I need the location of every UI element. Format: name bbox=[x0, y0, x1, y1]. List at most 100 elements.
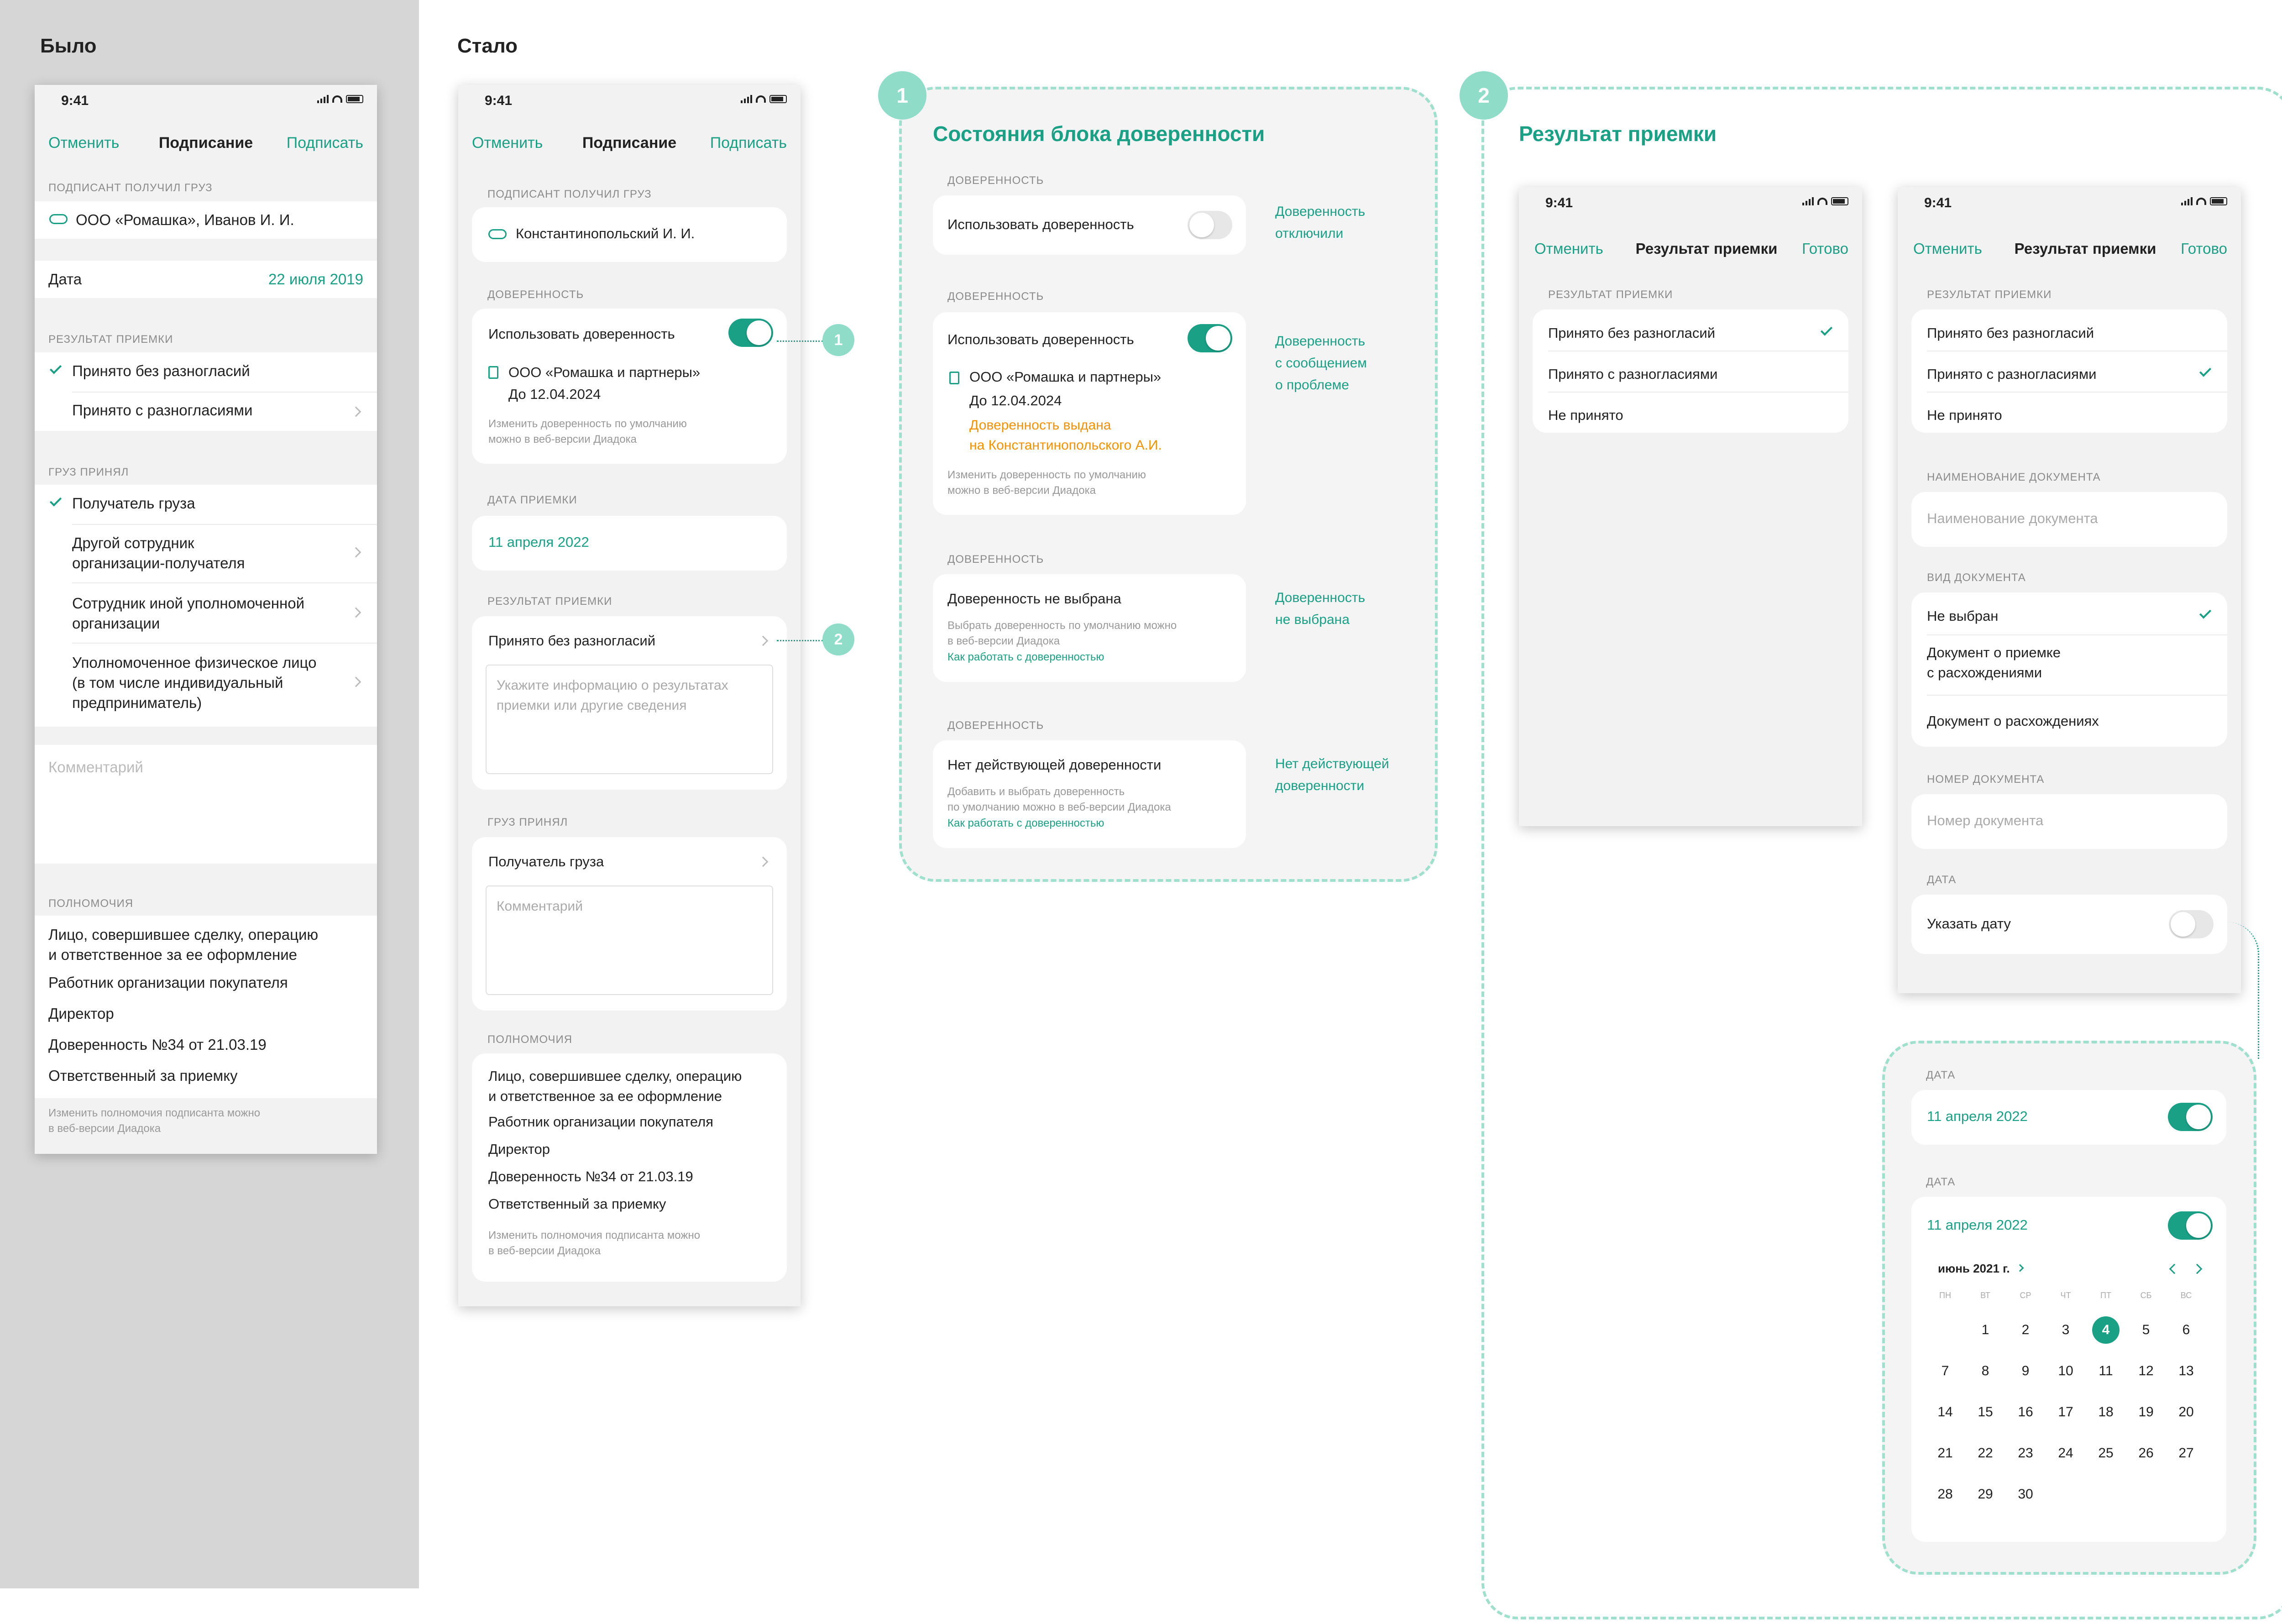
calendar-day[interactable]: 24 bbox=[2052, 1440, 2079, 1467]
section-label: РЕЗУЛЬТАТ ПРИЕМКИ bbox=[487, 595, 612, 608]
poa-card: Использовать доверенность ООО «Ромашка и… bbox=[472, 309, 787, 464]
chevron-left-icon[interactable] bbox=[2169, 1263, 2180, 1274]
calendar-day[interactable]: 23 bbox=[2012, 1440, 2039, 1467]
calendar-day[interactable]: 26 bbox=[2132, 1440, 2160, 1467]
result-option[interactable]: Принято с разногласиями bbox=[1548, 366, 1717, 382]
calendar-day[interactable]: 28 bbox=[1931, 1481, 1959, 1508]
date-row[interactable]: Дата 22 июля 2019 bbox=[35, 261, 377, 298]
poa-toggle[interactable] bbox=[1188, 324, 1232, 352]
doc-type-option[interactable]: Не выбран bbox=[1927, 608, 1998, 624]
cargo-option[interactable]: Уполномоченное физическое лицо (в том чи… bbox=[72, 653, 316, 713]
calendar-day[interactable]: 2 bbox=[2012, 1316, 2039, 1344]
cancel-button[interactable]: Отменить bbox=[472, 134, 543, 152]
power-item: Лицо, совершившее сделку, операцию и отв… bbox=[488, 1068, 742, 1104]
panel-badge: 1 bbox=[878, 71, 926, 120]
poa-until: До 12.04.2024 bbox=[508, 386, 601, 402]
recipient-card[interactable]: Константинопольский И. И. bbox=[472, 207, 787, 262]
section-label: НАИМЕНОВАНИЕ ДОКУМЕНТА bbox=[1927, 471, 2101, 483]
calendar-day[interactable]: 30 bbox=[2012, 1481, 2039, 1508]
calendar-day[interactable]: 7 bbox=[1931, 1357, 1959, 1385]
date-value[interactable]: 11 апреля 2022 bbox=[1927, 1108, 2028, 1125]
calendar-day[interactable]: 13 bbox=[2172, 1357, 2200, 1385]
calendar-day[interactable]: 3 bbox=[2052, 1316, 2079, 1344]
calendar-day[interactable]: 12 bbox=[2132, 1357, 2160, 1385]
cargo-option[interactable]: Сотрудник иной уполномоченной организаци… bbox=[72, 593, 304, 634]
calendar-day[interactable]: 8 bbox=[1972, 1357, 1999, 1385]
cancel-button[interactable]: Отменить bbox=[48, 134, 119, 152]
status-time: 9:41 bbox=[485, 93, 513, 108]
result-option[interactable]: Принято с разногласиями bbox=[1927, 366, 2096, 382]
doc-name-input[interactable]: Наименование документа bbox=[1911, 492, 2227, 547]
poa-warning: Доверенность выдана на Константинопольск… bbox=[969, 418, 1162, 453]
doc-type-option[interactable]: Документ о расхождениях bbox=[1927, 713, 2099, 729]
done-button[interactable]: Готово bbox=[2181, 240, 2227, 257]
date-value: 11 апреля 2022 bbox=[1927, 1217, 2028, 1233]
doc-number-input[interactable]: Номер документа bbox=[1911, 794, 2227, 849]
done-button[interactable]: Готово bbox=[1802, 240, 1848, 257]
wifi-icon bbox=[2196, 198, 2206, 205]
cargo-value[interactable]: Получатель груза bbox=[488, 854, 604, 870]
chevron-right-icon bbox=[758, 635, 769, 646]
help-link[interactable]: Как работать с доверенностью bbox=[947, 817, 1104, 830]
date-toggle[interactable] bbox=[2168, 1211, 2213, 1240]
date-toggle[interactable] bbox=[2168, 1103, 2213, 1131]
calendar-day[interactable]: 25 bbox=[2092, 1440, 2120, 1467]
calendar-day[interactable]: 1 bbox=[1972, 1316, 1999, 1344]
result-option[interactable]: Принято с разногласиями bbox=[72, 402, 252, 419]
sign-button[interactable]: Подписать bbox=[710, 134, 787, 152]
calendar-day[interactable]: 14 bbox=[1931, 1399, 1959, 1426]
calendar-day[interactable]: 16 bbox=[2012, 1399, 2039, 1426]
calendar-day[interactable]: 15 bbox=[1972, 1399, 1999, 1426]
poa-until: До 12.04.2024 bbox=[969, 393, 1062, 409]
status-time: 9:41 bbox=[61, 93, 89, 108]
cargo-list: Получатель груза Другой сотрудник органи… bbox=[35, 485, 377, 727]
result-screen-a: 9:41 Отменить Результат приемки Готово Р… bbox=[1519, 187, 1862, 826]
calendar-day[interactable]: 22 bbox=[1972, 1440, 1999, 1467]
before-heading: Было bbox=[40, 35, 97, 57]
result-details-input[interactable]: Укажите информацию о результатах приемки… bbox=[486, 665, 773, 774]
date-toggle[interactable] bbox=[2169, 910, 2214, 938]
result-value[interactable]: Принято без разногласий bbox=[488, 633, 655, 649]
comment-input[interactable]: Комментарий bbox=[486, 885, 773, 995]
calendar-day[interactable]: 27 bbox=[2172, 1440, 2200, 1467]
poa-state-off: Использовать доверенность bbox=[933, 195, 1246, 255]
sign-button[interactable]: Подписать bbox=[287, 134, 363, 152]
chevron-right-icon bbox=[351, 547, 361, 558]
cargo-option[interactable]: Другой сотрудник организации-получателя bbox=[72, 533, 245, 573]
result-option[interactable]: Принято без разногласий bbox=[1548, 325, 1715, 341]
section-label: РЕЗУЛЬТАТ ПРИЕМКИ bbox=[48, 333, 173, 346]
result-option[interactable]: Принято без разногласий bbox=[1927, 325, 2094, 341]
poa-toggle[interactable] bbox=[1188, 211, 1232, 239]
calendar-day-selected[interactable]: 4 bbox=[2092, 1316, 2120, 1344]
calendar-day[interactable]: 9 bbox=[2012, 1357, 2039, 1385]
calendar-day[interactable]: 5 bbox=[2132, 1316, 2160, 1344]
comment-field[interactable]: Комментарий bbox=[35, 745, 377, 864]
chevron-right-icon[interactable] bbox=[2192, 1263, 2203, 1274]
recipient-row[interactable]: ООО «Ромашка», Иванов И. И. bbox=[35, 201, 377, 239]
calendar-day[interactable]: 19 bbox=[2132, 1399, 2160, 1426]
calendar-day[interactable]: 20 bbox=[2172, 1399, 2200, 1426]
acceptance-date-card[interactable]: 11 апреля 2022 bbox=[472, 516, 787, 571]
doc-type-option[interactable]: Документ о приемке с расхождениями bbox=[1927, 643, 2061, 683]
calendar-day[interactable]: 18 bbox=[2092, 1399, 2120, 1426]
result-screen-b: 9:41 Отменить Результат приемки Готово Р… bbox=[1898, 187, 2241, 993]
calendar-day[interactable]: 21 bbox=[1931, 1440, 1959, 1467]
calendar-day[interactable]: 29 bbox=[1972, 1481, 1999, 1508]
cargo-option[interactable]: Получатель груза bbox=[72, 495, 195, 512]
result-option[interactable]: Не принято bbox=[1548, 407, 1623, 424]
calendar-day[interactable]: 6 bbox=[2172, 1316, 2200, 1344]
result-option[interactable]: Принято без разногласий bbox=[72, 362, 250, 380]
weekday-label: ВС bbox=[2180, 1291, 2192, 1300]
calendar-day[interactable]: 11 bbox=[2092, 1357, 2120, 1385]
signal-icon bbox=[2181, 197, 2193, 205]
poa-toggle[interactable] bbox=[728, 319, 773, 347]
recipient-text: ООО «Ромашка», Иванов И. И. bbox=[76, 211, 294, 228]
help-link[interactable]: Как работать с доверенностью bbox=[947, 651, 1104, 664]
calendar-month[interactable]: июнь 2021 г. bbox=[1938, 1262, 2010, 1276]
state-caption: Нет действующей доверенности bbox=[1275, 756, 1389, 793]
calendar-day[interactable]: 17 bbox=[2052, 1399, 2079, 1426]
calendar-day[interactable]: 10 bbox=[2052, 1357, 2079, 1385]
result-option[interactable]: Не принято bbox=[1927, 407, 2002, 424]
battery-icon bbox=[346, 95, 363, 103]
status-icons bbox=[741, 95, 787, 103]
